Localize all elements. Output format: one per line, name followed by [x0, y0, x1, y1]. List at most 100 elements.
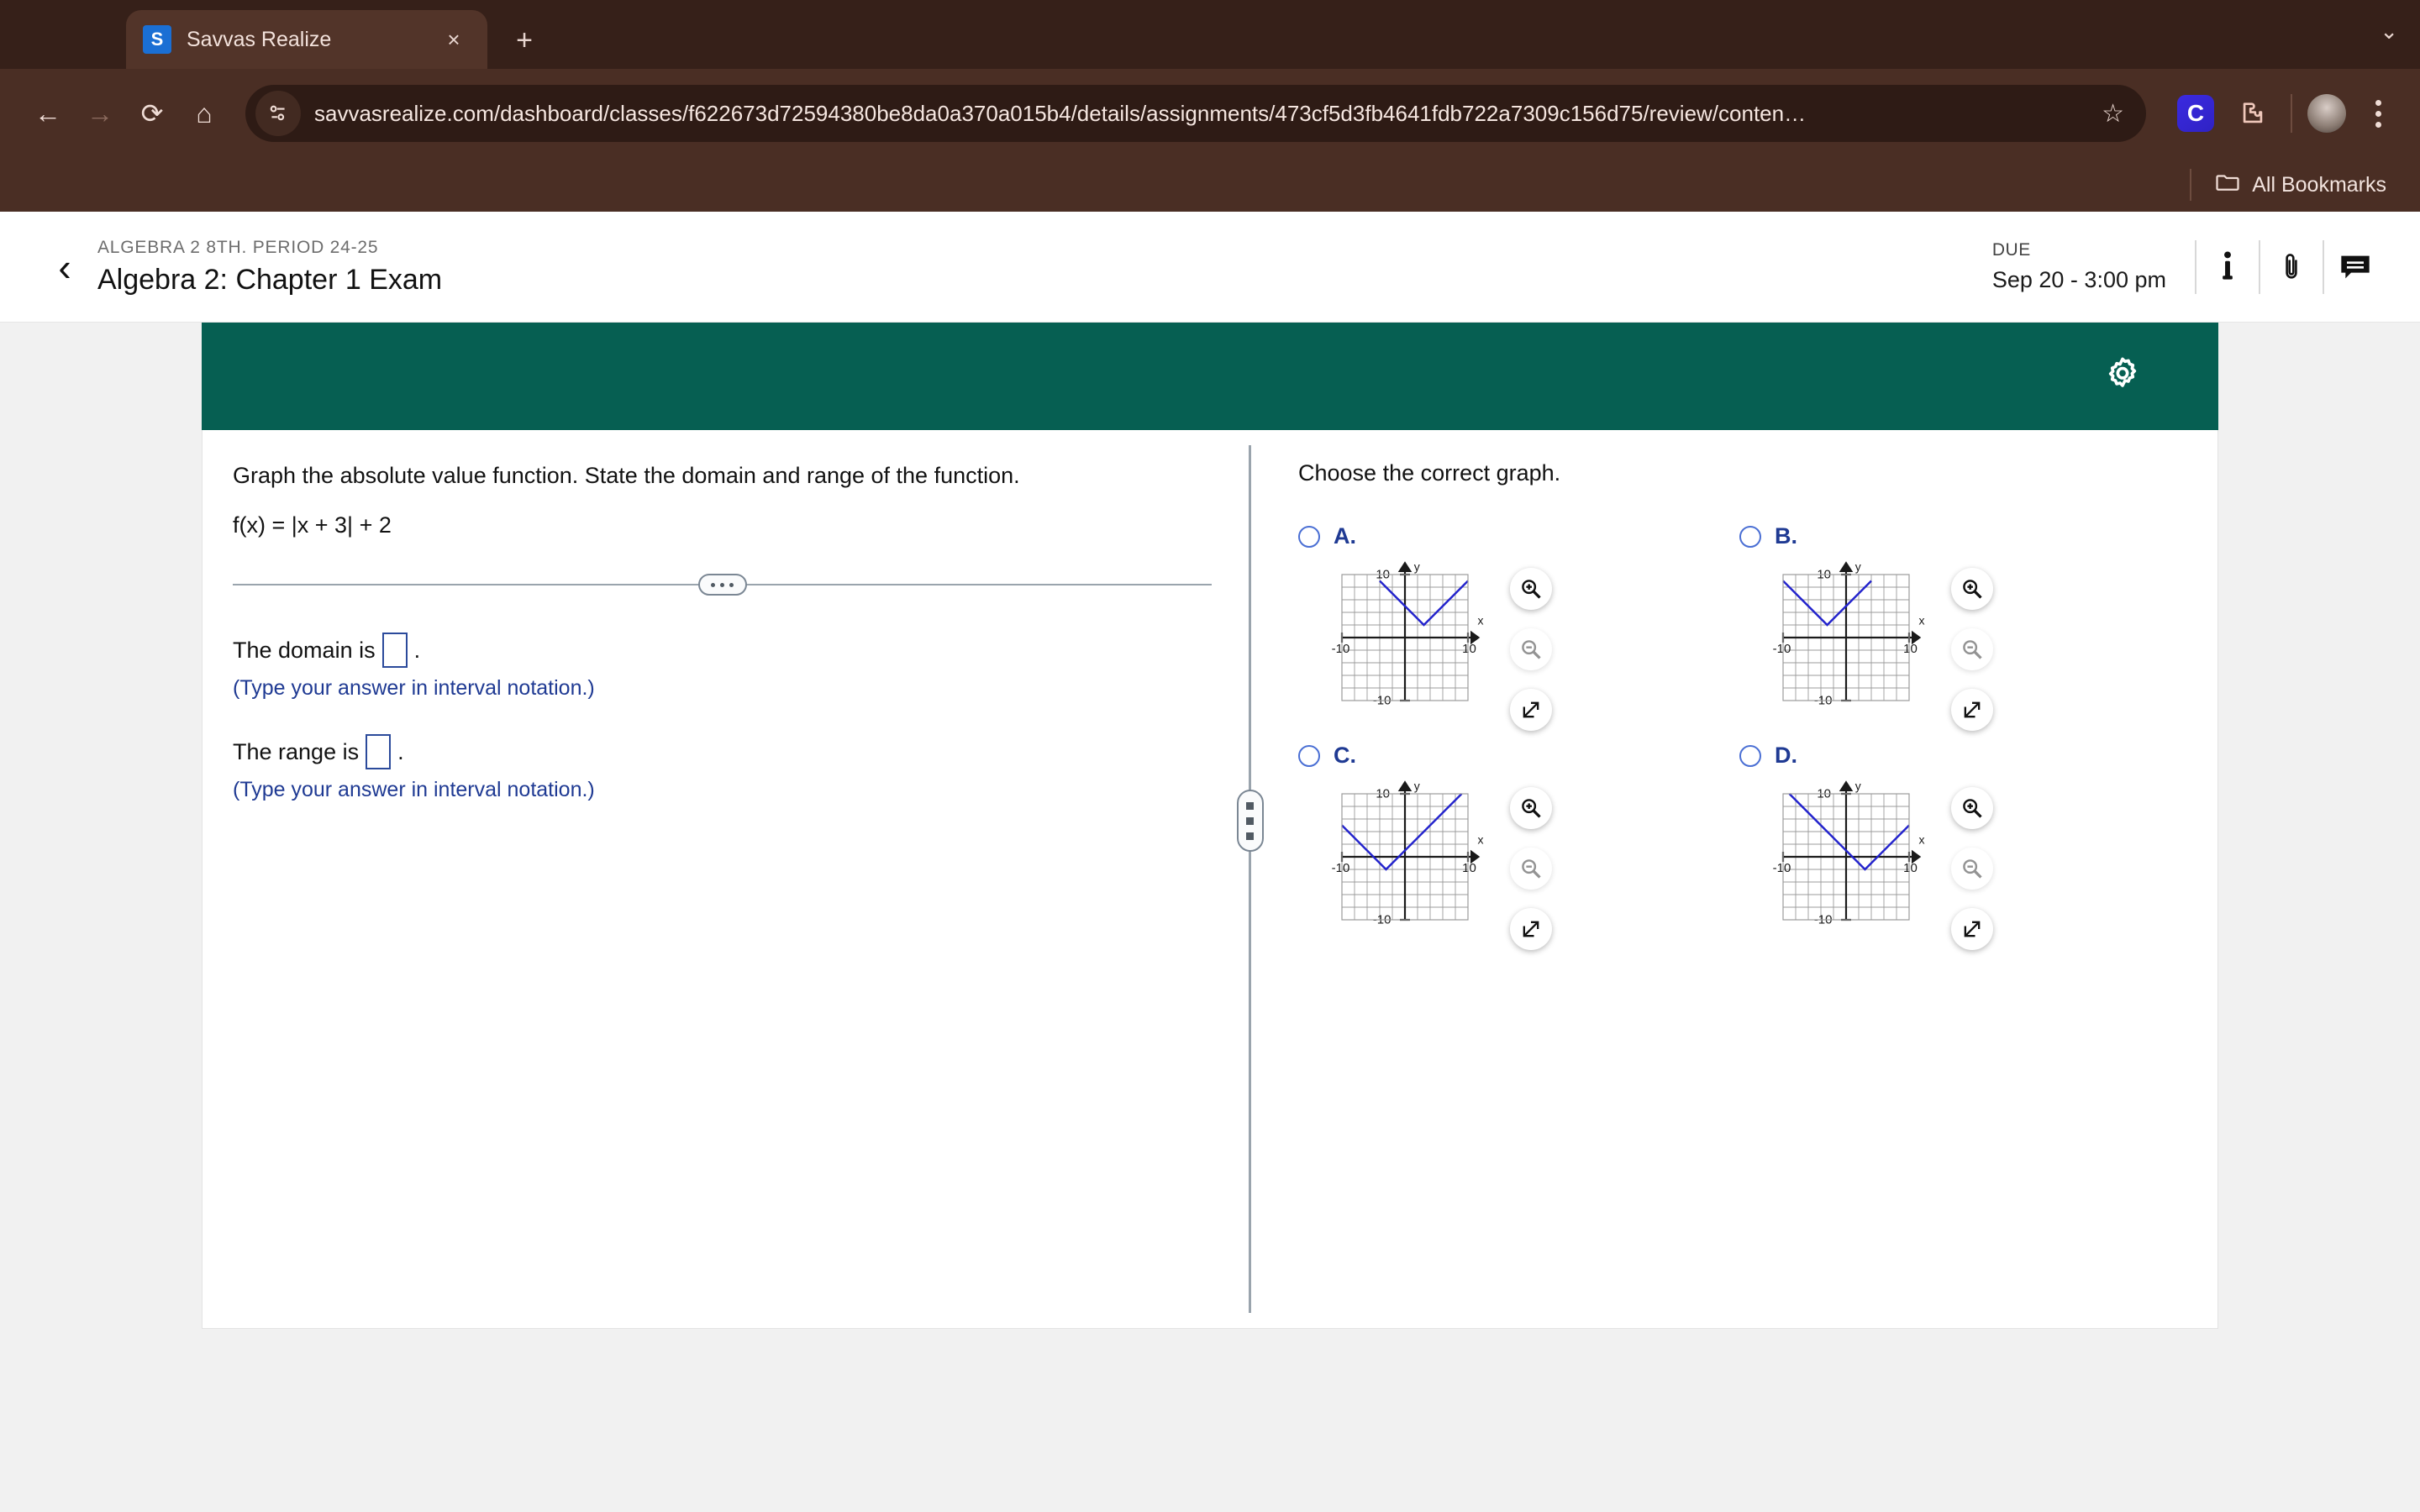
- svg-text:x: x: [1478, 832, 1484, 846]
- domain-label: The domain is: [233, 637, 376, 663]
- extension-c-button[interactable]: C: [2173, 91, 2218, 136]
- reload-icon[interactable]: ⟳: [126, 87, 178, 139]
- choice-b: B. 10 -10 -10 10 y x: [1739, 523, 2181, 731]
- attachment-icon[interactable]: [2260, 240, 2323, 294]
- bookmarks-bar: All Bookmarks: [0, 158, 2420, 212]
- graph-row-d: 10 -10 -10 10 y x: [1739, 779, 2181, 950]
- back-icon[interactable]: ←: [22, 87, 74, 139]
- forward-icon[interactable]: →: [74, 87, 126, 139]
- due-date: Sep 20 - 3:00 pm: [1991, 267, 2166, 292]
- range-period: .: [397, 738, 404, 764]
- graph-tools-c: [1510, 779, 1552, 950]
- svg-text:10: 10: [1903, 861, 1918, 875]
- exercise-card: Graph the absolute value function. State…: [202, 323, 2218, 1329]
- exercise-toolbar: [202, 323, 2218, 430]
- assignment-header: ‹ ALGEBRA 2 8TH. PERIOD 24-25 Algebra 2:…: [0, 212, 2420, 323]
- browser-toolbar: ← → ⟳ ⌂ savvasrealize.com/dashboard/clas…: [0, 69, 2420, 158]
- open-in-new-icon[interactable]: [1951, 908, 1993, 950]
- domain-input[interactable]: [381, 633, 408, 669]
- bookmark-star-icon[interactable]: ☆: [2091, 99, 2134, 129]
- new-tab-icon[interactable]: +: [506, 24, 543, 57]
- comment-icon[interactable]: [2324, 240, 2386, 294]
- svg-text:-10: -10: [1773, 642, 1791, 656]
- choice-d: D. 10 -10 -10 10 y x: [1739, 743, 2181, 950]
- tab-title: Savvas Realize: [187, 27, 332, 51]
- zoom-in-icon[interactable]: [1951, 787, 1993, 829]
- gear-icon[interactable]: [2104, 355, 2141, 398]
- domain-answer-line: The domain is .: [233, 633, 1212, 669]
- zoom-out-icon[interactable]: [1510, 848, 1552, 890]
- choice-letter-c[interactable]: C.: [1334, 743, 1356, 769]
- due-label: DUE: [1991, 240, 2031, 260]
- svg-text:10: 10: [1462, 861, 1476, 875]
- question-formula: f(x) = |x + 3| + 2: [233, 512, 392, 538]
- page-body: Graph the absolute value function. State…: [0, 323, 2420, 1512]
- browser-tab[interactable]: S Savvas Realize ×: [126, 10, 487, 69]
- all-bookmarks-label[interactable]: All Bookmarks: [2252, 173, 2386, 197]
- choice-letter-d[interactable]: D.: [1775, 743, 1797, 769]
- site-settings-icon[interactable]: [255, 91, 301, 136]
- open-in-new-icon[interactable]: [1510, 908, 1552, 950]
- graph-row-c: 10 -10 -10 10 y x: [1298, 779, 1739, 950]
- zoom-in-icon[interactable]: [1510, 568, 1552, 610]
- svg-text:10: 10: [1903, 642, 1918, 656]
- choice-header-c: C.: [1298, 743, 1739, 769]
- exercise-body: Graph the absolute value function. State…: [202, 430, 2218, 1329]
- radio-d[interactable]: [1739, 744, 1761, 767]
- graph-a[interactable]: 10-10-10 10yx: [1327, 559, 1495, 727]
- back-button[interactable]: ‹: [40, 248, 89, 286]
- question-prompt: Graph the absolute value function. State…: [233, 463, 1020, 488]
- separator-dots-icon[interactable]: [697, 574, 747, 596]
- choice-header-b: B.: [1739, 523, 2181, 549]
- choice-a: A. 10 -10 -10 10 y x: [1298, 523, 1739, 731]
- folder-icon: [2215, 171, 2240, 199]
- pane-resize-handle[interactable]: [1236, 790, 1264, 852]
- choice-letter-b[interactable]: B.: [1775, 523, 1797, 549]
- graph-tools-d: [1951, 779, 1993, 950]
- radio-b[interactable]: [1739, 525, 1761, 548]
- zoom-out-icon[interactable]: [1510, 628, 1552, 670]
- graph-tools-b: [1951, 559, 1993, 731]
- range-label: The range is: [233, 738, 360, 764]
- puzzle-icon[interactable]: [2230, 91, 2275, 136]
- zoom-out-icon[interactable]: [1951, 628, 1993, 670]
- choice-header-d: D.: [1739, 743, 2181, 769]
- graph-row-a: 10 -10 -10 10 y x: [1298, 559, 1739, 731]
- avatar[interactable]: [2307, 94, 2346, 133]
- radio-a[interactable]: [1298, 525, 1320, 548]
- bookmarks-divider: [2190, 169, 2192, 201]
- svg-text:y: y: [1855, 560, 1861, 574]
- info-icon[interactable]: [2196, 240, 2259, 294]
- graph-c[interactable]: 10-10-10 10yx: [1327, 779, 1495, 947]
- browser-tabstrip: S Savvas Realize × + ⌄: [0, 0, 2420, 69]
- radio-c[interactable]: [1298, 744, 1320, 767]
- section-separator: [233, 574, 1212, 596]
- svg-text:y: y: [1414, 780, 1420, 793]
- range-answer-group: The range is . (Type your answer in inte…: [233, 734, 1212, 802]
- range-hint: (Type your answer in interval notation.): [233, 778, 595, 802]
- domain-answer-group: The domain is . (Type your answer in int…: [233, 633, 1212, 701]
- header-titles: ALGEBRA 2 8TH. PERIOD 24-25 Algebra 2: C…: [97, 238, 1992, 297]
- domain-period: .: [413, 637, 421, 663]
- svg-text:10: 10: [1462, 642, 1476, 656]
- range-answer-line: The range is .: [233, 734, 1212, 770]
- svg-text:x: x: [1919, 832, 1925, 846]
- open-in-new-icon[interactable]: [1951, 689, 1993, 731]
- zoom-in-icon[interactable]: [1510, 787, 1552, 829]
- close-icon[interactable]: ×: [437, 27, 471, 53]
- chevron-down-icon[interactable]: ⌄: [2380, 18, 2398, 45]
- url-text: savvasrealize.com/dashboard/classes/f622…: [314, 100, 1807, 126]
- three-dot-menu-icon[interactable]: [2358, 99, 2398, 128]
- graph-b[interactable]: 10-10-10 10yx: [1768, 559, 1936, 727]
- course-name: ALGEBRA 2 8TH. PERIOD 24-25: [97, 237, 379, 257]
- choice-letter-a[interactable]: A.: [1334, 523, 1356, 549]
- graph-row-b: 10 -10 -10 10 y x: [1739, 559, 2181, 731]
- zoom-in-icon[interactable]: [1951, 568, 1993, 610]
- open-in-new-icon[interactable]: [1510, 689, 1552, 731]
- zoom-out-icon[interactable]: [1951, 848, 1993, 890]
- range-input[interactable]: [366, 734, 392, 770]
- address-bar[interactable]: savvasrealize.com/dashboard/classes/f622…: [245, 85, 2146, 142]
- home-icon[interactable]: ⌂: [178, 87, 230, 139]
- svg-text:y: y: [1855, 780, 1861, 793]
- graph-d[interactable]: 10-10-10 10yx: [1768, 779, 1936, 947]
